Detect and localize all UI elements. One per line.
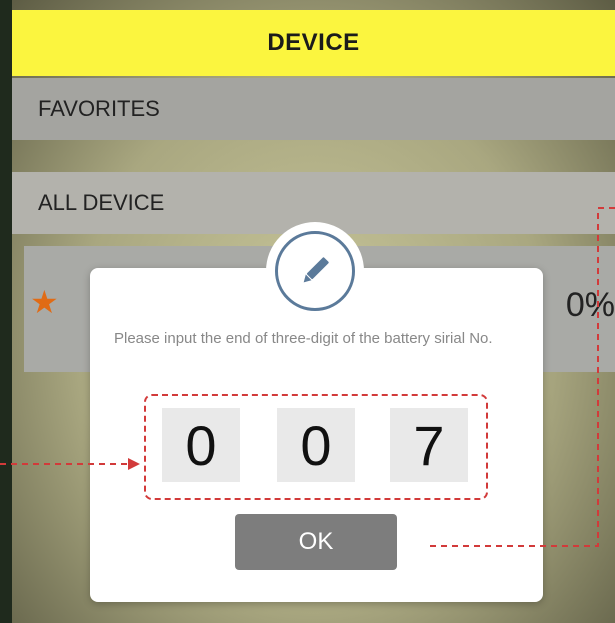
right-annotation-line — [430, 207, 615, 547]
left-annotation-arrowhead — [128, 458, 140, 470]
annotation-arrows — [0, 207, 615, 547]
